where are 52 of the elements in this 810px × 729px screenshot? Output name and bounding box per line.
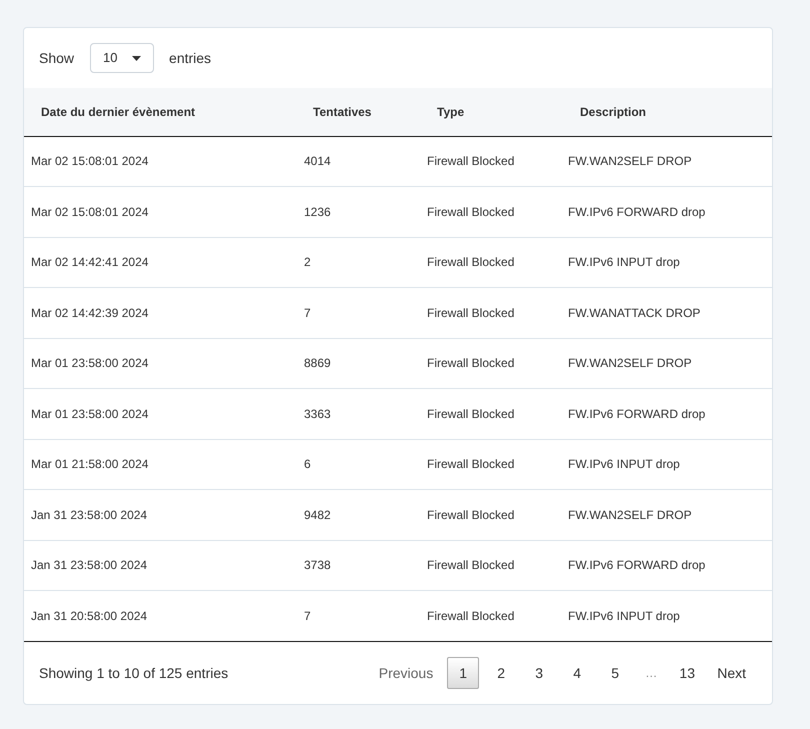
table-cell: FW.WAN2SELF DROP (567, 338, 772, 388)
table-cell: Jan 31 20:58:00 2024 (24, 590, 297, 641)
column-header[interactable]: Date du dernier évènement (24, 88, 297, 136)
table-cell: Firewall Blocked (427, 136, 567, 186)
entries-select[interactable]: 10 (90, 43, 154, 73)
table-cell: Mar 02 15:08:01 2024 (24, 186, 297, 237)
table-cell: Mar 01 23:58:00 2024 (24, 388, 297, 439)
table-cell: Firewall Blocked (427, 590, 567, 641)
table-cell: Firewall Blocked (427, 540, 567, 590)
table-cell: FW.IPv6 INPUT drop (567, 237, 772, 288)
column-header[interactable]: Type (427, 88, 567, 136)
page-button[interactable]: 1 (447, 657, 480, 689)
table-cell: FW.IPv6 FORWARD drop (567, 388, 772, 439)
table-cell: Mar 02 14:42:39 2024 (24, 288, 297, 338)
table-cell: FW.WAN2SELF DROP (567, 490, 772, 540)
table-cell: 3738 (297, 540, 427, 590)
table-cell: Mar 01 21:58:00 2024 (24, 439, 297, 490)
pagination-ellipsis: … (644, 665, 658, 682)
table-cell: FW.IPv6 FORWARD drop (567, 186, 772, 237)
table-cell: 4014 (297, 136, 427, 186)
table-cell: 1236 (297, 186, 427, 237)
table-cell: Mar 02 15:08:01 2024 (24, 136, 297, 186)
table-cell: Mar 01 23:58:00 2024 (24, 338, 297, 388)
table-cell: 7 (297, 590, 427, 641)
table-cell: Jan 31 23:58:00 2024 (24, 540, 297, 590)
table-cell: FW.WAN2SELF DROP (567, 136, 772, 186)
table-cell: FW.IPv6 FORWARD drop (567, 540, 772, 590)
entries-label: entries (169, 48, 212, 68)
table-cell: 7 (297, 288, 427, 338)
table-cell: Firewall Blocked (427, 186, 567, 237)
table-cell: 8869 (297, 338, 427, 388)
column-header[interactable]: Description (567, 88, 772, 136)
table-cell: 6 (297, 439, 427, 490)
table-cell: Mar 02 14:42:41 2024 (24, 237, 297, 288)
table-cell: Firewall Blocked (427, 237, 567, 288)
table-cell: Firewall Blocked (427, 288, 567, 338)
table-cell: FW.IPv6 INPUT drop (567, 590, 772, 641)
table-cell: Firewall Blocked (427, 439, 567, 490)
table-cell: FW.WANATTACK DROP (567, 288, 772, 338)
caret-icon (132, 56, 142, 60)
table-cell: Firewall Blocked (427, 490, 567, 540)
table-info: Showing 1 to 10 of 125 entries (39, 664, 228, 683)
table-cell: 9482 (297, 490, 427, 540)
show-label: Show (39, 48, 74, 68)
table-cell: 3363 (297, 388, 427, 439)
column-header[interactable]: Tentatives (297, 88, 427, 136)
table-cell: FW.IPv6 INPUT drop (567, 439, 772, 490)
table-cell: Firewall Blocked (427, 338, 567, 388)
table-cell: Jan 31 23:58:00 2024 (24, 490, 297, 540)
table-cell: 2 (297, 237, 427, 288)
next-button[interactable]: Next (709, 657, 754, 689)
table-cell: Firewall Blocked (427, 388, 567, 439)
